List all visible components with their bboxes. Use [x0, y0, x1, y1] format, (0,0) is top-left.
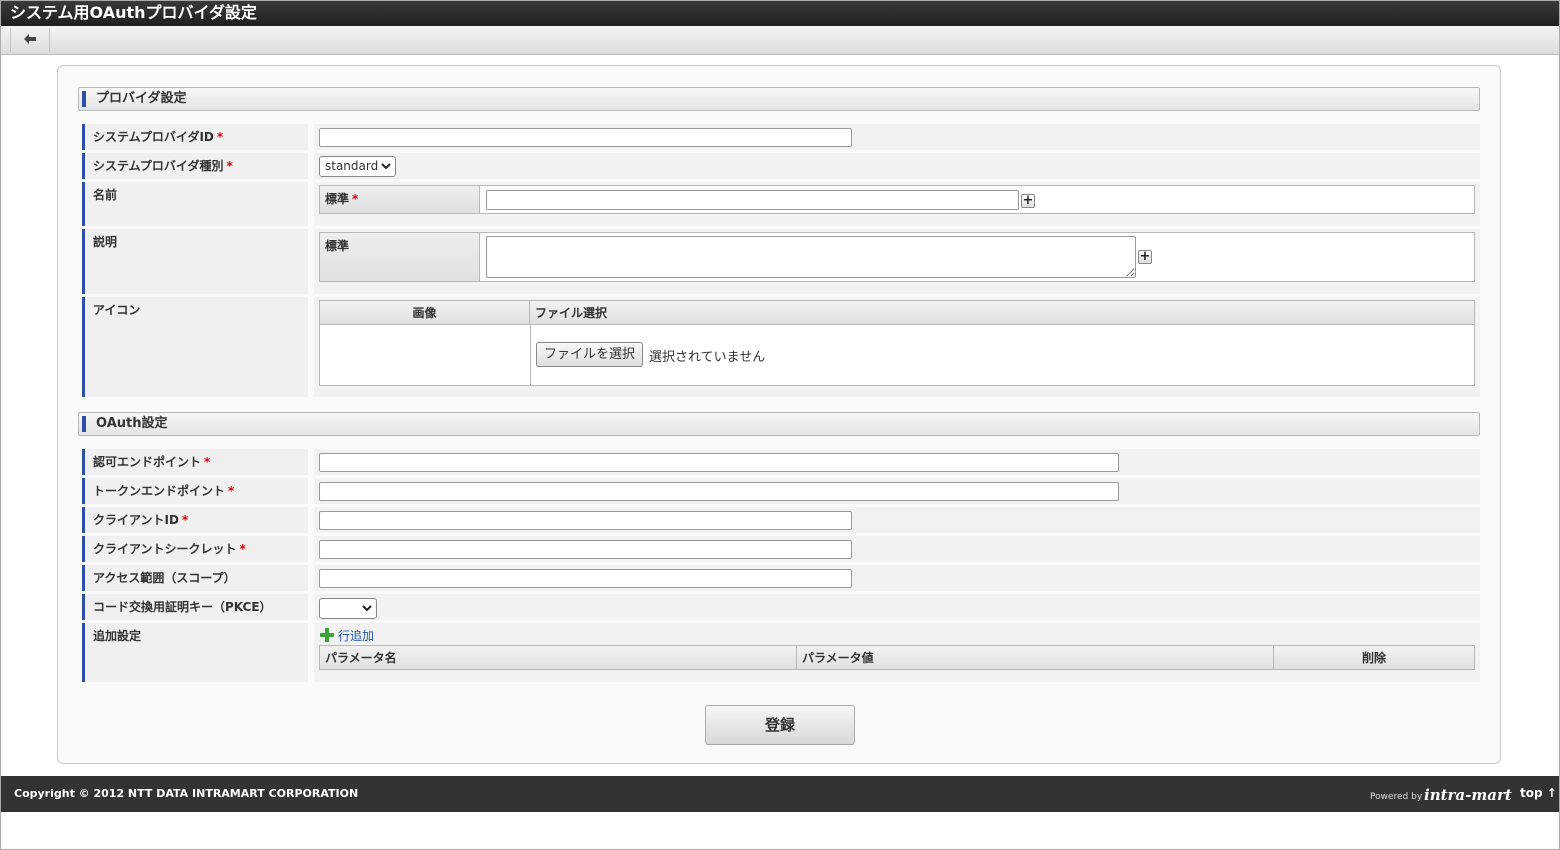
description-locale-table: 標準 + — [319, 232, 1475, 282]
system-provider-id-input[interactable] — [319, 128, 852, 147]
plus-icon — [320, 628, 334, 645]
row-name: 名前 標準 * + — [78, 182, 1480, 229]
section-title: プロバイダ設定 — [96, 91, 187, 106]
required-mark: * — [216, 130, 224, 144]
image-cell — [320, 325, 531, 385]
required-mark: * — [226, 159, 233, 173]
field-label: クライアントID * — [82, 507, 308, 533]
row-additional: 追加設定 行追加 パラメータ名 パラメータ値 削除 — [78, 623, 1480, 685]
field-label: トークンエンドポイント * — [82, 478, 308, 504]
plus-icon: + — [1022, 193, 1034, 208]
top-link[interactable]: top ↑ — [1520, 786, 1557, 800]
description-textarea[interactable] — [486, 236, 1136, 278]
required-mark: * — [204, 455, 211, 469]
field-label: クライアントシークレット * — [82, 536, 308, 562]
title-bar: システム用OAuthプロバイダ設定 — [0, 0, 1560, 26]
back-button[interactable] — [10, 28, 50, 52]
name-input[interactable] — [486, 190, 1019, 210]
client-id-input[interactable] — [319, 511, 852, 530]
row-token-endpoint: トークンエンドポイント * — [78, 478, 1480, 507]
field-label: アイコン — [82, 297, 308, 397]
required-mark: * — [181, 513, 189, 527]
register-button[interactable]: 登録 — [705, 705, 855, 745]
client-secret-input[interactable] — [319, 540, 852, 559]
name-locale-table: 標準 * + — [319, 185, 1475, 214]
add-locale-button[interactable]: + — [1138, 250, 1152, 264]
chevron-down-icon — [362, 599, 372, 624]
required-mark: * — [239, 542, 246, 556]
required-mark: * — [352, 192, 359, 206]
row-description: 説明 標準 + — [78, 229, 1480, 297]
plus-icon: + — [1139, 249, 1151, 264]
choose-file-button[interactable]: ファイルを選択 — [536, 342, 644, 367]
footer: Copyright © 2012 NTT DATA INTRAMART CORP… — [0, 776, 1560, 812]
page-title: システム用OAuthプロバイダ設定 — [10, 3, 257, 22]
provider-section-header: プロバイダ設定 — [78, 87, 1480, 111]
pkce-select[interactable] — [319, 598, 377, 619]
arrow-left-icon — [23, 33, 37, 48]
required-mark: * — [228, 484, 235, 498]
intra-mart-logo: intra-mart — [1424, 786, 1512, 804]
column-header-delete: 削除 — [1274, 646, 1474, 670]
row-auth-endpoint: 認可エンドポイント * — [78, 449, 1480, 478]
row-pkce: コード交換用証明キー（PKCE） — [78, 594, 1480, 623]
parameter-table: パラメータ名 パラメータ値 削除 — [319, 645, 1475, 670]
icon-table: 画像 ファイル選択 ファイルを選択 選択されていません — [319, 300, 1475, 386]
column-header-param-name: パラメータ名 — [320, 646, 797, 670]
file-cell: ファイルを選択 選択されていません — [530, 325, 1474, 385]
field-label: 追加設定 — [82, 623, 308, 682]
locale-label: 標準 * — [320, 186, 480, 213]
powered-by-text: Powered by — [1370, 792, 1423, 802]
chevron-down-icon — [381, 157, 391, 182]
row-client-secret: クライアントシークレット * — [78, 536, 1480, 565]
row-client-id: クライアントID * — [78, 507, 1480, 536]
field-label: システムプロバイダ種別 * — [82, 153, 308, 179]
toolbar — [0, 26, 1560, 55]
copyright-text: Copyright © 2012 NTT DATA INTRAMART CORP… — [14, 787, 359, 800]
scope-input[interactable] — [319, 569, 852, 588]
oauth-section-header: OAuth設定 — [78, 412, 1480, 436]
auth-endpoint-input[interactable] — [319, 453, 1119, 472]
row-system-provider-type: システムプロバイダ種別 * standard — [78, 153, 1480, 182]
column-header-file: ファイル選択 — [530, 301, 1474, 325]
add-row-link[interactable]: 行追加 — [320, 627, 374, 645]
field-label: 認可エンドポイント * — [82, 449, 308, 475]
field-label: システムプロバイダID * — [82, 124, 308, 150]
system-provider-type-select[interactable]: standard — [319, 156, 396, 177]
row-system-provider-id: システムプロバイダID * — [78, 124, 1480, 153]
field-label: アクセス範囲（スコープ） — [82, 565, 308, 591]
section-accent-bar — [82, 91, 86, 107]
token-endpoint-input[interactable] — [319, 482, 1119, 501]
locale-label: 標準 — [320, 233, 480, 281]
section-title: OAuth設定 — [96, 416, 168, 431]
column-header-param-value: パラメータ値 — [797, 646, 1274, 670]
file-status-text: 選択されていません — [649, 350, 766, 365]
section-accent-bar — [82, 416, 86, 432]
field-label: 説明 — [82, 229, 308, 294]
field-label: コード交換用証明キー（PKCE） — [82, 594, 308, 620]
add-locale-button[interactable]: + — [1021, 194, 1035, 208]
column-header-image: 画像 — [320, 301, 530, 325]
field-label: 名前 — [82, 182, 308, 226]
row-scope: アクセス範囲（スコープ） — [78, 565, 1480, 594]
row-icon: アイコン 画像 ファイル選択 ファイルを選択 選択されていません — [78, 297, 1480, 400]
main-panel: プロバイダ設定 システムプロバイダID * システムプロバイダ種別 * standa… — [57, 65, 1501, 764]
